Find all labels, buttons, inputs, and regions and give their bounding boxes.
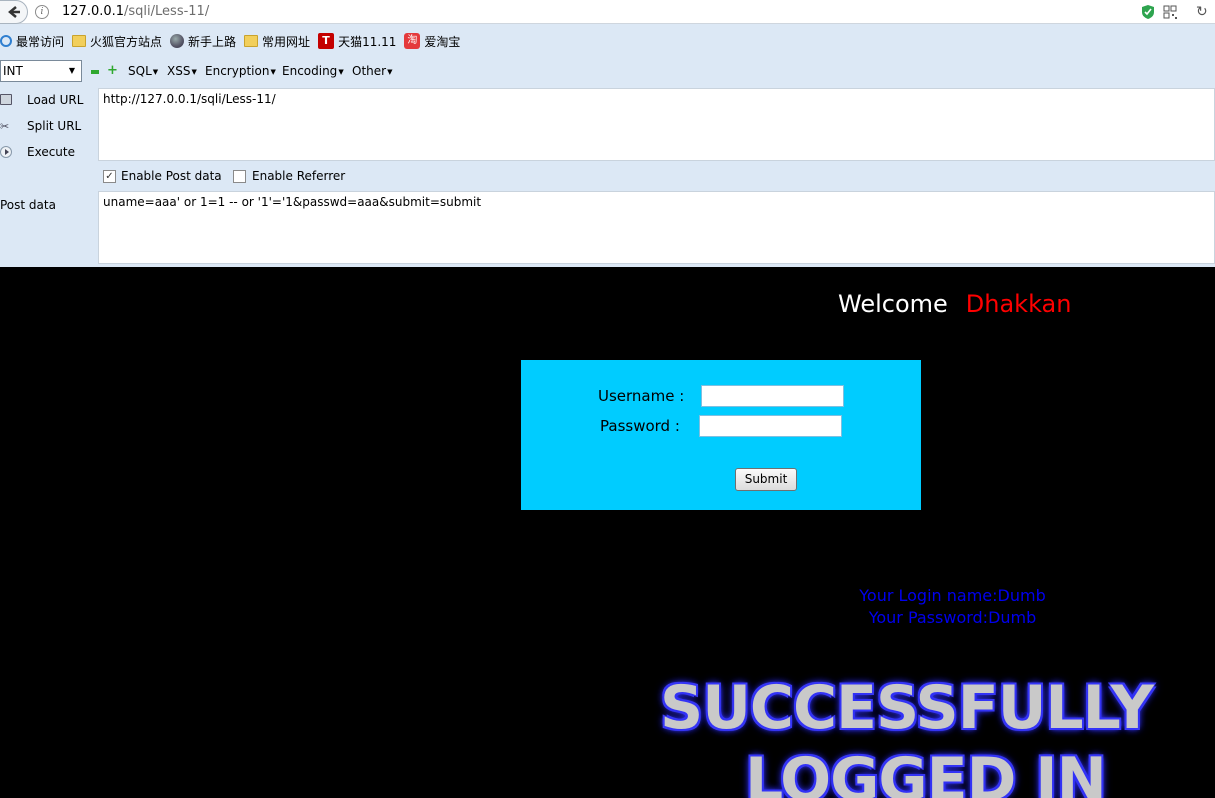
success-banner-line1: SUCCESSFULLY	[660, 673, 1154, 743]
url-path: /sqli/Less-11/	[124, 4, 210, 19]
menu-label: XSS	[167, 64, 191, 78]
enable-post-checkbox[interactable]: ✓	[103, 170, 116, 183]
menu-xss[interactable]: XSS▼	[167, 64, 197, 78]
split-url-label: Split URL	[27, 119, 82, 133]
bookmark-most-visited[interactable]: 最常访问	[0, 33, 64, 50]
login-result: Your Login name:Dumb Your Password:Dumb	[700, 585, 1205, 629]
login-name-line: Your Login name:Dumb	[859, 586, 1046, 605]
page-content: Welcome Dhakkan Username : Password : Sub…	[0, 267, 1215, 798]
caret-down-icon: ▼	[191, 67, 197, 76]
password-line: Your Password:Dumb	[868, 608, 1037, 627]
menu-label: Encryption	[205, 64, 270, 78]
welcome-text: Welcome	[838, 290, 948, 318]
username-label: Username :	[598, 387, 685, 405]
bookmark-label: 火狐官方站点	[90, 34, 163, 49]
username-input[interactable]	[701, 385, 844, 407]
menu-label: Encoding	[282, 64, 338, 78]
globe-icon	[170, 34, 185, 48]
enable-post-label[interactable]: Enable Post data	[121, 169, 222, 183]
url-bar: i 127.0.0.1/sqli/Less-11/ ↻	[0, 0, 1215, 24]
hackbar-side-panel: Load URL ✂ Split URL Execute Post data	[0, 88, 98, 264]
caret-down-icon: ▼	[338, 67, 344, 76]
caret-down-icon: ▼	[152, 67, 159, 76]
hackbar-url-input[interactable]: http://127.0.0.1/sqli/Less-11/	[98, 88, 1215, 161]
bookmark-label: 爱淘宝	[424, 34, 461, 49]
menu-sql[interactable]: SQL▼	[128, 64, 158, 78]
address-field[interactable]: 127.0.0.1/sqli/Less-11/	[62, 4, 209, 19]
bookmark-label: 天猫11.11	[338, 34, 397, 49]
qr-code-icon[interactable]	[1163, 5, 1177, 19]
menu-label: Other	[352, 64, 387, 78]
password-label: Password :	[600, 417, 680, 435]
folder-icon	[244, 35, 259, 47]
caret-down-icon: ▼	[387, 67, 393, 76]
enable-referrer-checkbox[interactable]	[233, 170, 246, 183]
enable-referrer-label[interactable]: Enable Referrer	[252, 169, 345, 183]
bookmarks-bar: 最常访问 火狐官方站点 新手上路 常用网址 T 天猫11.11 淘 爱淘宝	[0, 24, 1215, 58]
password-input[interactable]	[699, 415, 842, 437]
menu-encoding[interactable]: Encoding▼	[282, 64, 344, 78]
bookmark-common-sites[interactable]: 常用网址	[244, 33, 310, 50]
folder-icon	[72, 35, 87, 47]
back-button[interactable]	[0, 0, 28, 24]
plus-icon[interactable]: +	[107, 64, 118, 77]
welcome-heading: Welcome Dhakkan	[838, 290, 1071, 318]
type-select-value: INT	[3, 64, 23, 78]
tmall-icon: T	[318, 33, 335, 49]
caret-down-icon: ▼	[270, 67, 276, 76]
bookmark-firefox-official[interactable]: 火狐官方站点	[72, 33, 162, 50]
success-banner-line2: LOGGED IN	[745, 745, 1107, 798]
reload-icon[interactable]: ↻	[1196, 4, 1208, 20]
submit-button[interactable]: Submit	[735, 468, 797, 491]
bookmark-tmall[interactable]: T 天猫11.11	[318, 33, 396, 50]
taobao-icon: 淘	[404, 33, 421, 49]
chevron-down-icon: ▼	[65, 63, 79, 79]
load-url-label: Load URL	[27, 93, 84, 107]
menu-other[interactable]: Other▼	[352, 64, 392, 78]
bookmark-label: 常用网址	[262, 34, 311, 49]
arrow-left-icon	[7, 6, 20, 18]
load-url-button[interactable]: Load URL	[0, 93, 83, 107]
bookmark-getting-started[interactable]: 新手上路	[170, 33, 236, 50]
execute-button[interactable]: Execute	[0, 145, 75, 159]
menu-encryption[interactable]: Encryption▼	[205, 64, 276, 78]
post-options-row: ✓ Enable Post data Enable Referrer	[98, 161, 1215, 191]
split-url-button[interactable]: ✂ Split URL	[0, 119, 81, 133]
bookmark-label: 新手上路	[188, 34, 237, 49]
url-host: 127.0.0.1	[62, 4, 125, 19]
success-banner: SUCCESSFULLY LOGGED IN	[660, 672, 1215, 798]
type-select[interactable]: INT ▼	[0, 60, 82, 82]
post-data-label: Post data	[0, 198, 56, 212]
info-icon[interactable]: i	[35, 5, 49, 19]
post-data-input[interactable]: uname=aaa' or 1=1 -- or '1'='1&passwd=aa…	[98, 191, 1215, 264]
load-url-icon	[0, 93, 12, 105]
menu-label: SQL	[128, 64, 152, 78]
minus-icon[interactable]	[91, 70, 99, 74]
login-form: Username : Password : Submit	[521, 360, 921, 510]
shield-icon[interactable]	[1141, 4, 1155, 20]
search-icon	[0, 35, 12, 47]
bookmark-taobao[interactable]: 淘 爱淘宝	[404, 33, 460, 50]
execute-label: Execute	[27, 145, 75, 159]
bookmark-label: 最常访问	[16, 34, 65, 49]
play-icon	[0, 145, 12, 158]
scissors-icon: ✂	[0, 119, 10, 133]
hackbar-toolbar: INT ▼ + SQL▼ XSS▼ Encryption▼ Encoding▼ …	[0, 58, 1215, 88]
user-name: Dhakkan	[965, 290, 1072, 318]
